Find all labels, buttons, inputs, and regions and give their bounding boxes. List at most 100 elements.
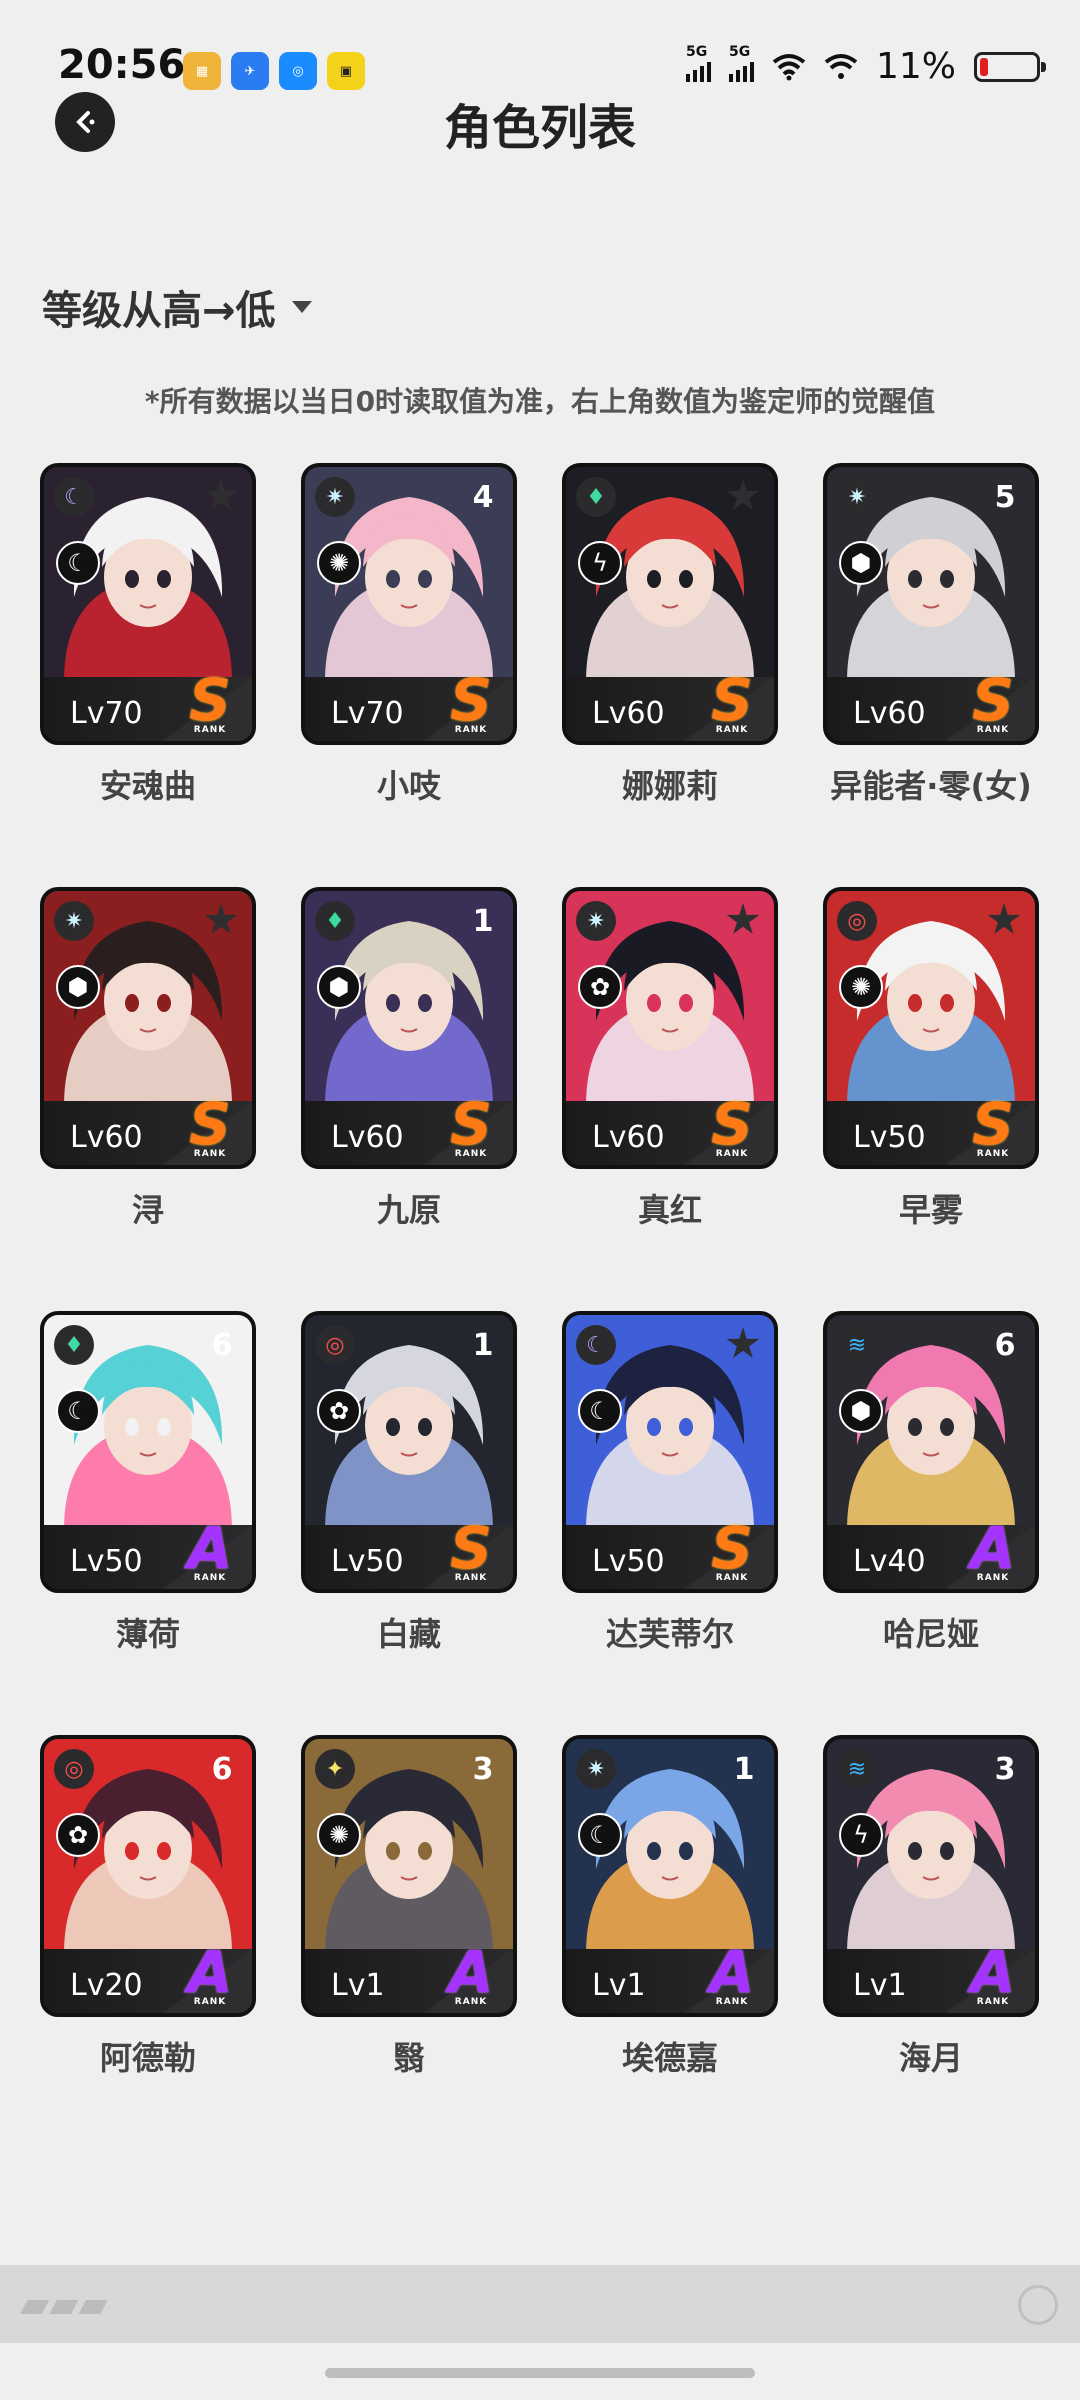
character-card[interactable]: ✷ ⬢ Lv60 S RANK: [40, 887, 256, 1169]
role-icon: ✺: [317, 1813, 361, 1857]
element-icon-sun: ✷: [837, 477, 877, 517]
role-icon: ϟ: [839, 1813, 883, 1857]
rank-letter: S: [711, 1514, 753, 1582]
role-icon: ⬢: [56, 965, 100, 1009]
element-icon-wave: ≋: [837, 1749, 877, 1789]
footer-logo: ▰▰▰: [20, 2282, 108, 2326]
rank-letter: S: [450, 1514, 492, 1582]
character-card[interactable]: ♦ ☾ 6 Lv50 A RANK: [40, 1311, 256, 1593]
rank-letter: S: [972, 666, 1014, 734]
character-item[interactable]: ✷ ⬢ 5 Lv60 S RANK 异能者·零(女): [823, 463, 1039, 807]
caret-down-icon: [291, 301, 312, 313]
character-item[interactable]: ≋ ϟ 3 Lv1 A RANK 海月: [823, 1735, 1039, 2079]
character-item[interactable]: ≋ ⬢ 6 Lv40 A RANK 哈尼娅: [823, 1311, 1039, 1655]
awakening-value: 1: [733, 1751, 755, 1787]
character-card[interactable]: ✦ ✺ 3 Lv1 A RANK: [301, 1735, 517, 2017]
role-icon: ✺: [317, 541, 361, 585]
element-icon-moon: ☾: [54, 477, 94, 517]
rank-letter: A: [709, 1938, 755, 2006]
role-icon: ☾: [56, 541, 100, 585]
character-level: Lv60: [331, 1120, 404, 1155]
character-card[interactable]: ≋ ϟ 3 Lv1 A RANK: [823, 1735, 1039, 2017]
character-item[interactable]: ♦ ϟ Lv60 S RANK 娜娜莉: [562, 463, 778, 807]
rank-badge: S RANK: [700, 1514, 764, 1587]
rank-badge: S RANK: [961, 1090, 1025, 1163]
character-card[interactable]: ✷ ✿ Lv60 S RANK: [562, 887, 778, 1169]
element-icon-star: ✦: [315, 1749, 355, 1789]
character-level: Lv60: [853, 696, 926, 731]
character-level: Lv1: [592, 1968, 646, 2003]
page-title: 角色列表: [443, 100, 636, 156]
character-item[interactable]: ✷ ☾ 1 Lv1 A RANK 埃德嘉: [562, 1735, 778, 2079]
element-icon-target: ◎: [837, 901, 877, 941]
character-grid: ☾ ☾ Lv70 S RANK 安魂曲 ✷ ✺ 4 Lv70 S RANK 小吱…: [40, 463, 1040, 2079]
character-card[interactable]: ✷ ✺ 4 Lv70 S RANK: [301, 463, 517, 745]
rank-letter: A: [448, 1938, 494, 2006]
character-card[interactable]: ☾ ☾ Lv70 S RANK: [40, 463, 256, 745]
rank-caption: RANK: [454, 1573, 488, 1583]
element-icon-flame: ♦: [315, 901, 355, 941]
character-item[interactable]: ♦ ☾ 6 Lv50 A RANK 薄荷: [40, 1311, 256, 1655]
character-name: 达芙蒂尔: [605, 1615, 734, 1653]
role-icon: ☾: [56, 1389, 100, 1433]
character-card[interactable]: ♦ ⬢ 1 Lv60 S RANK: [301, 887, 517, 1169]
rank-caption: RANK: [454, 1149, 488, 1159]
rank-letter: S: [972, 1090, 1014, 1158]
character-level: Lv1: [853, 1968, 907, 2003]
rank-letter: A: [187, 1514, 233, 1582]
character-card[interactable]: ✷ ⬢ 5 Lv60 S RANK: [823, 463, 1039, 745]
character-name: 海月: [898, 2039, 963, 2077]
home-indicator[interactable]: [325, 2368, 755, 2378]
rank-badge: S RANK: [700, 666, 764, 739]
character-item[interactable]: ✷ ⬢ Lv60 S RANK 浔: [40, 887, 256, 1231]
character-item[interactable]: ☾ ☾ Lv70 S RANK 安魂曲: [40, 463, 256, 807]
rank-letter: A: [187, 1938, 233, 2006]
character-item[interactable]: ◎ ✿ 1 Lv50 S RANK 白藏: [301, 1311, 517, 1655]
character-name: 小吱: [376, 767, 441, 805]
role-icon: ✿: [317, 1389, 361, 1433]
awakening-value: 6: [994, 1327, 1016, 1363]
element-icon-moon: ☾: [576, 1325, 616, 1365]
character-level: Lv60: [592, 696, 665, 731]
character-item[interactable]: ✦ ✺ 3 Lv1 A RANK 翳: [301, 1735, 517, 2079]
character-level: Lv60: [592, 1120, 665, 1155]
character-card[interactable]: ♦ ϟ Lv60 S RANK: [562, 463, 778, 745]
character-card[interactable]: ☾ ☾ Lv50 S RANK: [562, 1311, 778, 1593]
character-card[interactable]: ◎ ✿ 1 Lv50 S RANK: [301, 1311, 517, 1593]
rank-caption: RANK: [715, 1573, 749, 1583]
rank-badge: A RANK: [178, 1514, 242, 1587]
role-icon: ✿: [56, 1813, 100, 1857]
character-item[interactable]: ✷ ✿ Lv60 S RANK 真红: [562, 887, 778, 1231]
character-card[interactable]: ✷ ☾ 1 Lv1 A RANK: [562, 1735, 778, 2017]
character-card[interactable]: ◎ ✿ 6 Lv20 A RANK: [40, 1735, 256, 2017]
role-icon: ✿: [578, 965, 622, 1009]
character-item[interactable]: ◎ ✺ Lv50 S RANK 早雾: [823, 887, 1039, 1231]
character-item[interactable]: ◎ ✿ 6 Lv20 A RANK 阿德勒: [40, 1735, 256, 2079]
rank-badge: A RANK: [439, 1938, 503, 2011]
element-icon-wave: ≋: [837, 1325, 877, 1365]
rank-badge: A RANK: [961, 1519, 1025, 1587]
element-icon-sun: ✷: [54, 901, 94, 941]
awakening-value: 3: [472, 1751, 494, 1787]
rank-letter: S: [450, 666, 492, 734]
character-item[interactable]: ✷ ✺ 4 Lv70 S RANK 小吱: [301, 463, 517, 807]
rank-caption: RANK: [976, 725, 1010, 735]
character-name: 埃德嘉: [621, 2039, 718, 2077]
rank-letter: S: [711, 666, 753, 734]
role-icon: ✺: [839, 965, 883, 1009]
footer-emblem-icon: [1018, 2285, 1058, 2325]
character-name: 娜娜莉: [621, 767, 718, 805]
data-notice: *所有数据以当日0时读取值为准，右上角数值为鉴定师的觉醒值: [144, 385, 936, 418]
role-icon: ϟ: [578, 541, 622, 585]
character-item[interactable]: ♦ ⬢ 1 Lv60 S RANK 九原: [301, 887, 517, 1231]
character-item[interactable]: ☾ ☾ Lv50 S RANK 达芙蒂尔: [562, 1311, 778, 1655]
character-level: Lv50: [853, 1120, 926, 1155]
element-icon-sun: ✷: [576, 901, 616, 941]
awakening-value: 6: [211, 1751, 233, 1787]
character-card[interactable]: ≋ ⬢ 6 Lv40 A RANK: [823, 1311, 1039, 1593]
character-level: Lv70: [331, 696, 404, 731]
character-card[interactable]: ◎ ✺ Lv50 S RANK: [823, 887, 1039, 1169]
sort-dropdown[interactable]: 等级从高→低: [42, 278, 312, 336]
rank-letter: A: [970, 1938, 1016, 2006]
character-name: 安魂曲: [99, 767, 196, 805]
